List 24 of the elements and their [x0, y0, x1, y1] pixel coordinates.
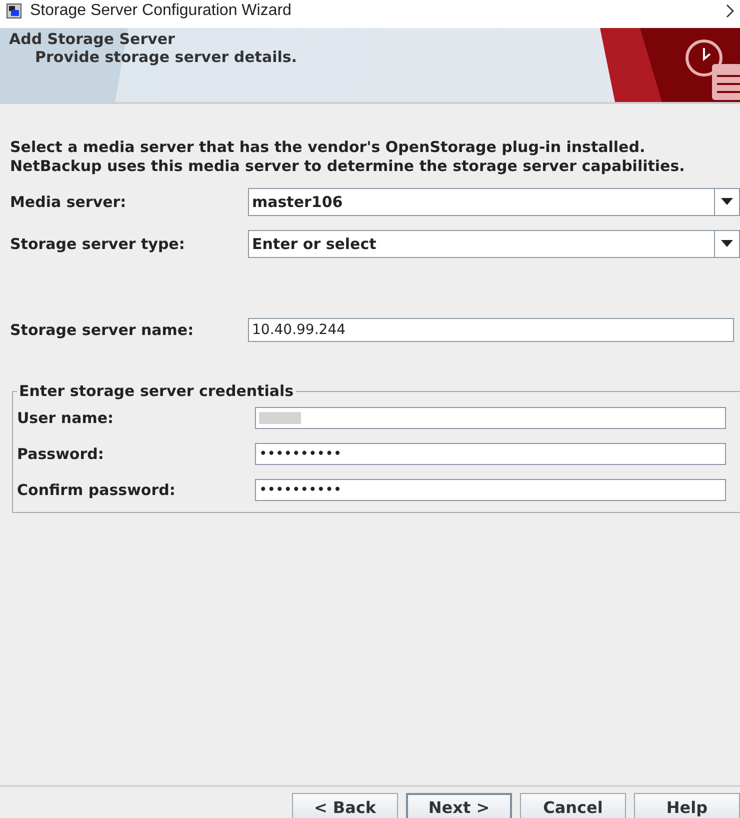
input-field[interactable]: ••••••••••	[255, 443, 726, 465]
input-field[interactable]: 10.40.99.244	[248, 318, 734, 342]
window-title: Storage Server Configuration Wizard	[30, 2, 292, 20]
input-field[interactable]: ••••••••••	[255, 479, 726, 501]
wizard-button[interactable]: Next >	[406, 793, 512, 818]
wizard-button[interactable]: Cancel	[520, 793, 626, 818]
redaction-mark	[259, 412, 301, 424]
field-label: Media server:	[10, 193, 128, 211]
page-title: Add Storage Server	[9, 30, 175, 48]
wizard-button[interactable]: Help	[634, 793, 740, 818]
input-field[interactable]	[255, 407, 726, 429]
field-label: Storage server type:	[10, 235, 186, 253]
field-label: User name:	[17, 409, 115, 427]
combo-box[interactable]: Enter or select	[248, 230, 740, 258]
combo-box[interactable]: master106	[248, 188, 740, 216]
wizard-button[interactable]: < Back	[292, 793, 398, 818]
field-label: Storage server name:	[10, 321, 195, 339]
field-label: Password:	[17, 445, 105, 463]
field-label: Confirm password:	[17, 481, 176, 499]
group-title: Enter storage server credentials	[18, 382, 295, 400]
intro-text: Select a media server that has the vendor's OpenStorage plug-in installed. NetBackup uses this media server to determine the storage server capabilities.	[10, 138, 686, 176]
page-subtitle: Provide storage server details.	[35, 48, 297, 66]
app-icon	[6, 3, 22, 19]
chevron-icon[interactable]	[726, 4, 734, 18]
